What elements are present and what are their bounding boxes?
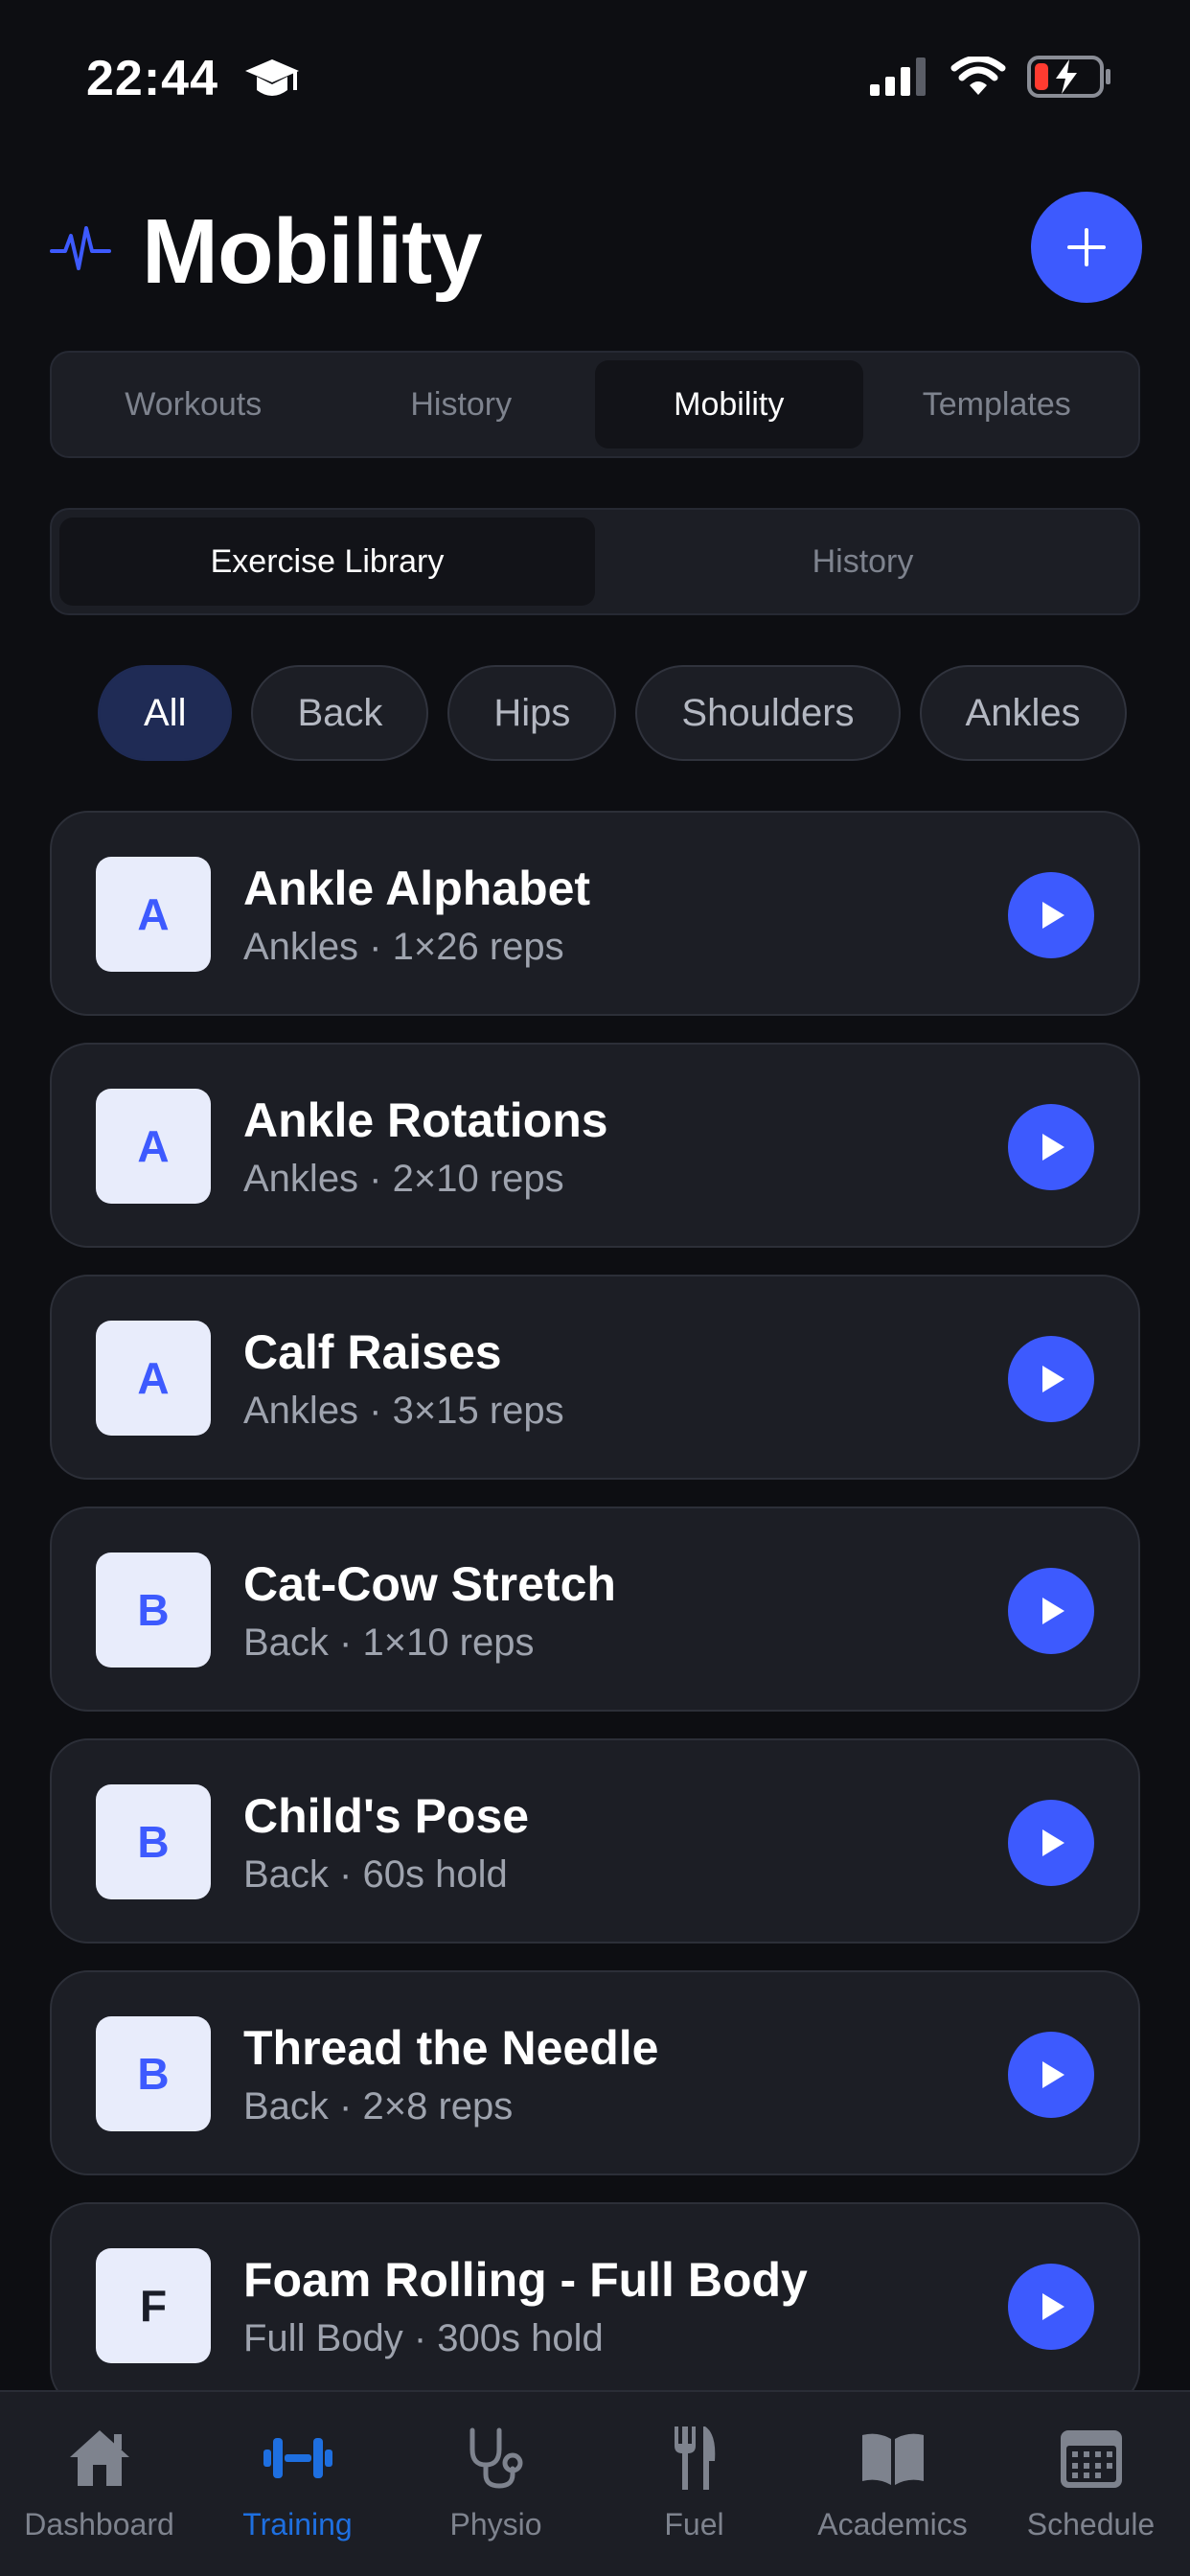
exercise-letter-tile: F [96,2248,211,2363]
tab-workouts[interactable]: Workouts [59,360,328,448]
filter-chip-back[interactable]: Back [251,665,429,761]
dumbbell-icon [262,2425,334,2492]
nav-item-physio[interactable]: Physio [397,2392,595,2576]
play-icon [1042,902,1064,929]
play-icon [1042,1366,1064,1392]
tab-mobility-history[interactable]: History [595,518,1131,606]
play-icon [1042,1829,1064,1856]
tab-history[interactable]: History [328,360,596,448]
tab-templates[interactable]: Templates [863,360,1132,448]
exercise-name: Calf Raises [243,1325,502,1379]
exercise-meta: Back · 60s hold [243,1853,508,1896]
exercise-letter-tile: B [96,1784,211,1899]
fork-knife-icon [671,2425,719,2492]
exercise-meta: Full Body · 300s hold [243,2317,604,2359]
status-bar: 22:44 [0,0,1190,153]
exercise-letter-tile: A [96,1321,211,1436]
graduation-cap-icon [243,56,301,110]
play-button[interactable] [1008,1568,1094,1654]
add-button[interactable] [1031,192,1142,303]
nav-item-fuel[interactable]: Fuel [595,2392,793,2576]
exercise-card[interactable]: A Ankle Alphabet Ankles · 1×26 reps [50,811,1140,1016]
play-button[interactable] [1008,2264,1094,2350]
play-button[interactable] [1008,872,1094,958]
play-icon [1042,2061,1064,2088]
filter-chip-shoulders[interactable]: Shoulders [635,665,901,761]
mobility-screen: 22:44 Mobility Workouts History Mobility… [0,0,1190,2576]
pulse-icon [50,218,111,285]
nav-item-dashboard[interactable]: Dashboard [0,2392,198,2576]
play-button[interactable] [1008,2032,1094,2118]
page-header: Mobility [50,182,1142,316]
exercise-card[interactable]: A Calf Raises Ankles · 3×15 reps [50,1275,1140,1480]
nav-label: Training [242,2507,353,2542]
exercise-name: Ankle Rotations [243,1093,608,1147]
status-time: 22:44 [86,51,218,106]
filter-chip-all[interactable]: All [98,665,233,761]
play-icon [1042,1134,1064,1161]
nav-label: Fuel [664,2507,724,2542]
exercise-name: Cat-Cow Stretch [243,1557,616,1611]
exercise-letter-tile: A [96,1089,211,1204]
filter-chip-hips[interactable]: Hips [447,665,617,761]
status-indicators [870,55,1111,103]
play-button[interactable] [1008,1104,1094,1190]
bottom-nav: Dashboard Training Physio Fuel Academics… [0,2390,1190,2576]
filter-chip-ankles[interactable]: Ankles [919,665,1127,761]
exercise-letter-tile: A [96,857,211,972]
filter-chips: All Back Hips Shoulders Ankles [98,665,1127,761]
tab-mobility[interactable]: Mobility [595,360,863,448]
nav-label: Schedule [1026,2507,1156,2542]
exercise-meta: Ankles · 3×15 reps [243,1390,564,1432]
nav-item-training[interactable]: Training [198,2392,397,2576]
play-button[interactable] [1008,1336,1094,1422]
exercise-card[interactable]: B Child's Pose Back · 60s hold [50,1738,1140,1944]
play-icon [1042,2293,1064,2320]
exercise-card[interactable]: A Ankle Rotations Ankles · 2×10 reps [50,1043,1140,1248]
exercise-name: Child's Pose [243,1789,530,1843]
calendar-icon [1059,2425,1124,2492]
nav-label: Academics [817,2507,968,2542]
exercise-name: Ankle Alphabet [243,862,591,915]
secondary-tabs: Exercise Library History [50,508,1140,615]
page-title: Mobility [142,200,483,303]
exercise-card[interactable]: F Foam Rolling - Full Body Full Body · 3… [50,2202,1140,2407]
play-button[interactable] [1008,1800,1094,1886]
nav-label: Dashboard [24,2507,174,2542]
play-icon [1042,1598,1064,1624]
stethoscope-icon [463,2425,530,2492]
exercise-card[interactable]: B Thread the Needle Back · 2×8 reps [50,1970,1140,2175]
plus-icon [1067,228,1106,266]
exercise-meta: Back · 1×10 reps [243,1622,535,1664]
house-icon [66,2425,133,2492]
nav-item-academics[interactable]: Academics [793,2392,992,2576]
exercise-meta: Back · 2×8 reps [243,2085,514,2128]
exercise-name: Foam Rolling - Full Body [243,2253,808,2307]
exercise-meta: Ankles · 1×26 reps [243,926,564,968]
primary-tabs: Workouts History Mobility Templates [50,351,1140,458]
nav-item-schedule[interactable]: Schedule [992,2392,1190,2576]
book-icon [858,2425,927,2492]
nav-label: Physio [449,2507,542,2542]
exercise-letter-tile: B [96,2016,211,2131]
tab-exercise-library[interactable]: Exercise Library [59,518,595,606]
signal-icon [870,58,929,101]
exercise-letter-tile: B [96,1552,211,1668]
battery-charging-icon [1027,56,1111,103]
exercise-name: Thread the Needle [243,2021,659,2075]
wifi-icon [950,55,1006,102]
exercise-card[interactable]: B Cat-Cow Stretch Back · 1×10 reps [50,1506,1140,1712]
exercise-meta: Ankles · 2×10 reps [243,1158,564,1200]
